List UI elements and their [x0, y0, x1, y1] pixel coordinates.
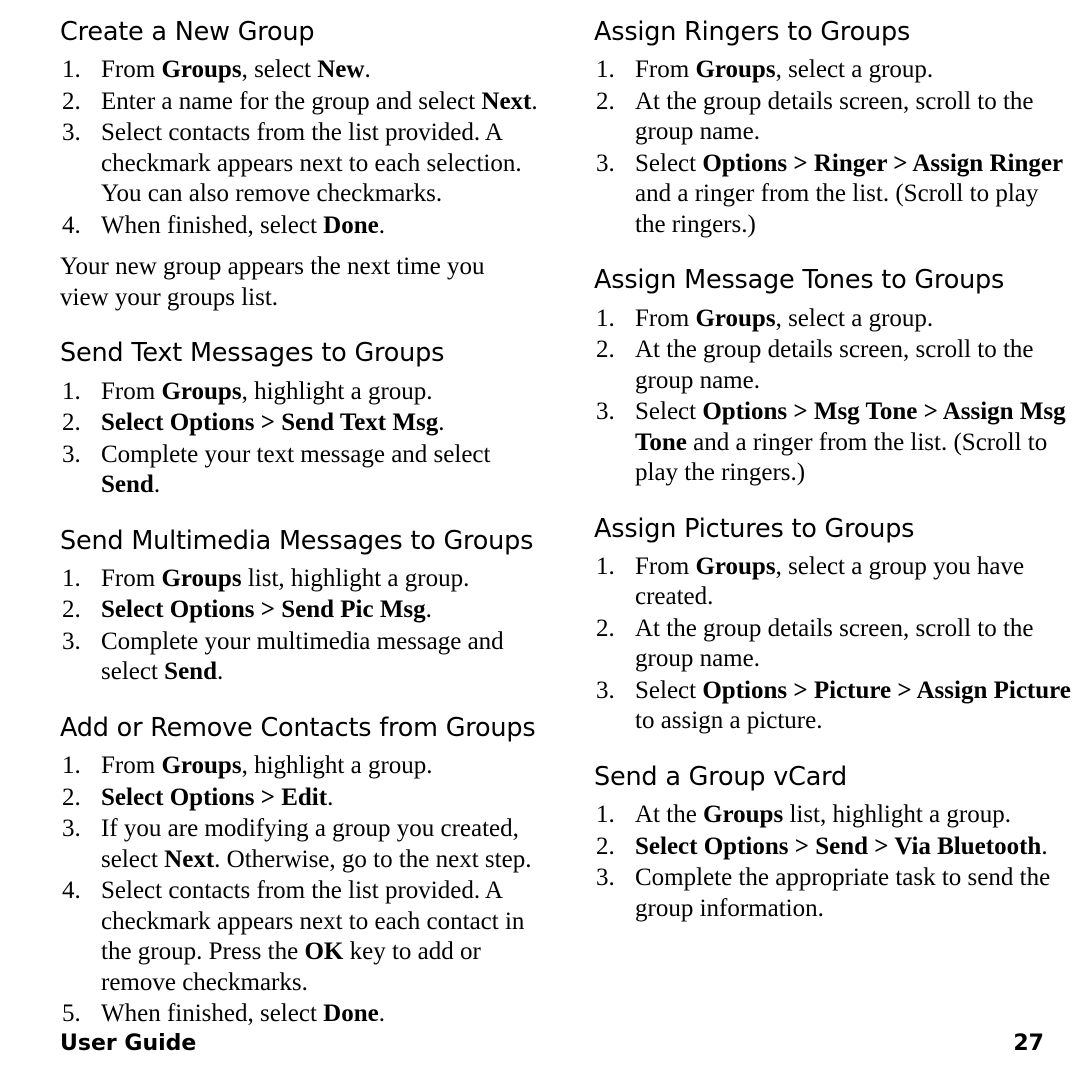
list-item: From Groups, select a group you have cre…	[596, 552, 1025, 611]
list-item: Complete your text message and select Se…	[62, 440, 491, 499]
list-item: Select Options > Picture > Assign Pictur…	[596, 676, 1071, 735]
list-item: Complete your multimedia message and sel…	[62, 627, 504, 686]
step-list-assign-pictures-to-groups: From Groups, select a group you have cre…	[594, 552, 1072, 737]
section-heading-create-a-new-group: Create a New Group	[60, 17, 315, 47]
list-item: From Groups, highlight a group.	[62, 751, 433, 781]
section-heading-send-a-group-vcard: Send a Group vCard	[594, 761, 847, 792]
list-item: Select Options > Msg Tone > Assign Msg T…	[596, 397, 1066, 487]
right-column: Assign Ringers to Groups From Groups, se…	[594, 17, 1072, 925]
list-item: From Groups, select a group.	[596, 304, 934, 334]
step-list-send-a-group-vcard: At the Groups list, highlight a group. Se…	[594, 800, 1072, 924]
step-list-send-text-messages-to-groups: From Groups, highlight a group. Select Op…	[60, 377, 538, 501]
step-list-assign-message-tones-to-groups: From Groups, select a group. At the group…	[594, 304, 1072, 489]
section-heading-add-or-remove-contacts-from-groups: Add or Remove Contacts from Groups	[60, 712, 536, 743]
footer-page-number: 27	[1013, 1031, 1044, 1056]
list-item: When finished, select Done.	[62, 999, 385, 1029]
manual-page: Create a New Group From Groups, select N…	[0, 0, 1080, 1080]
list-item: Select Options > Send > Via Bluetooth.	[596, 832, 1048, 862]
footer-document-label: User Guide	[60, 1031, 197, 1056]
left-column: Create a New Group From Groups, select N…	[60, 17, 538, 1031]
note-create-a-new-group: Your new group appears the next time you…	[60, 253, 485, 311]
list-item: When finished, select Done.	[62, 211, 385, 241]
list-item: Select contacts from the list provided. …	[62, 876, 525, 996]
list-item: From Groups, select New.	[62, 55, 371, 85]
list-item: At the group details screen, scroll to t…	[596, 87, 1034, 146]
list-item: Select Options > Send Text Msg.	[62, 408, 445, 438]
list-item: At the Groups list, highlight a group.	[596, 800, 1011, 830]
list-item: Select Options > Edit.	[62, 783, 334, 813]
section-heading-assign-pictures-to-groups: Assign Pictures to Groups	[594, 513, 915, 544]
list-item: Enter a name for the group and select Ne…	[62, 87, 538, 117]
step-list-send-multimedia-messages-to-groups: From Groups list, highlight a group. Sele…	[60, 564, 538, 688]
step-list-create-a-new-group: From Groups, select New. Enter a name for…	[60, 55, 538, 241]
list-item: At the group details screen, scroll to t…	[596, 614, 1034, 673]
list-item: Complete the appropriate task to send th…	[596, 863, 1051, 922]
list-item: Select contacts from the list provided. …	[62, 118, 522, 208]
step-list-add-or-remove-contacts-from-groups: From Groups, highlight a group. Select Op…	[60, 751, 538, 1030]
section-heading-assign-message-tones-to-groups: Assign Message Tones to Groups	[594, 265, 1005, 296]
list-item: From Groups, select a group.	[596, 55, 934, 85]
list-item: From Groups, highlight a group.	[62, 377, 433, 407]
section-heading-send-text-messages-to-groups: Send Text Messages to Groups	[60, 338, 445, 369]
list-item: At the group details screen, scroll to t…	[596, 335, 1034, 394]
list-item: Select Options > Ringer > Assign Ringer …	[596, 149, 1064, 238]
page-footer: User Guide 27	[60, 1031, 1044, 1056]
step-list-assign-ringers-to-groups: From Groups, select a group. At the group…	[594, 55, 1072, 240]
list-item: If you are modifying a group you created…	[62, 814, 532, 873]
list-item: Select Options > Send Pic Msg.	[62, 595, 432, 625]
section-heading-assign-ringers-to-groups: Assign Ringers to Groups	[594, 17, 911, 47]
two-column-layout: Create a New Group From Groups, select N…	[60, 17, 1071, 1031]
section-heading-send-multimedia-messages-to-groups: Send Multimedia Messages to Groups	[60, 525, 534, 556]
list-item: From Groups list, highlight a group.	[62, 564, 470, 594]
